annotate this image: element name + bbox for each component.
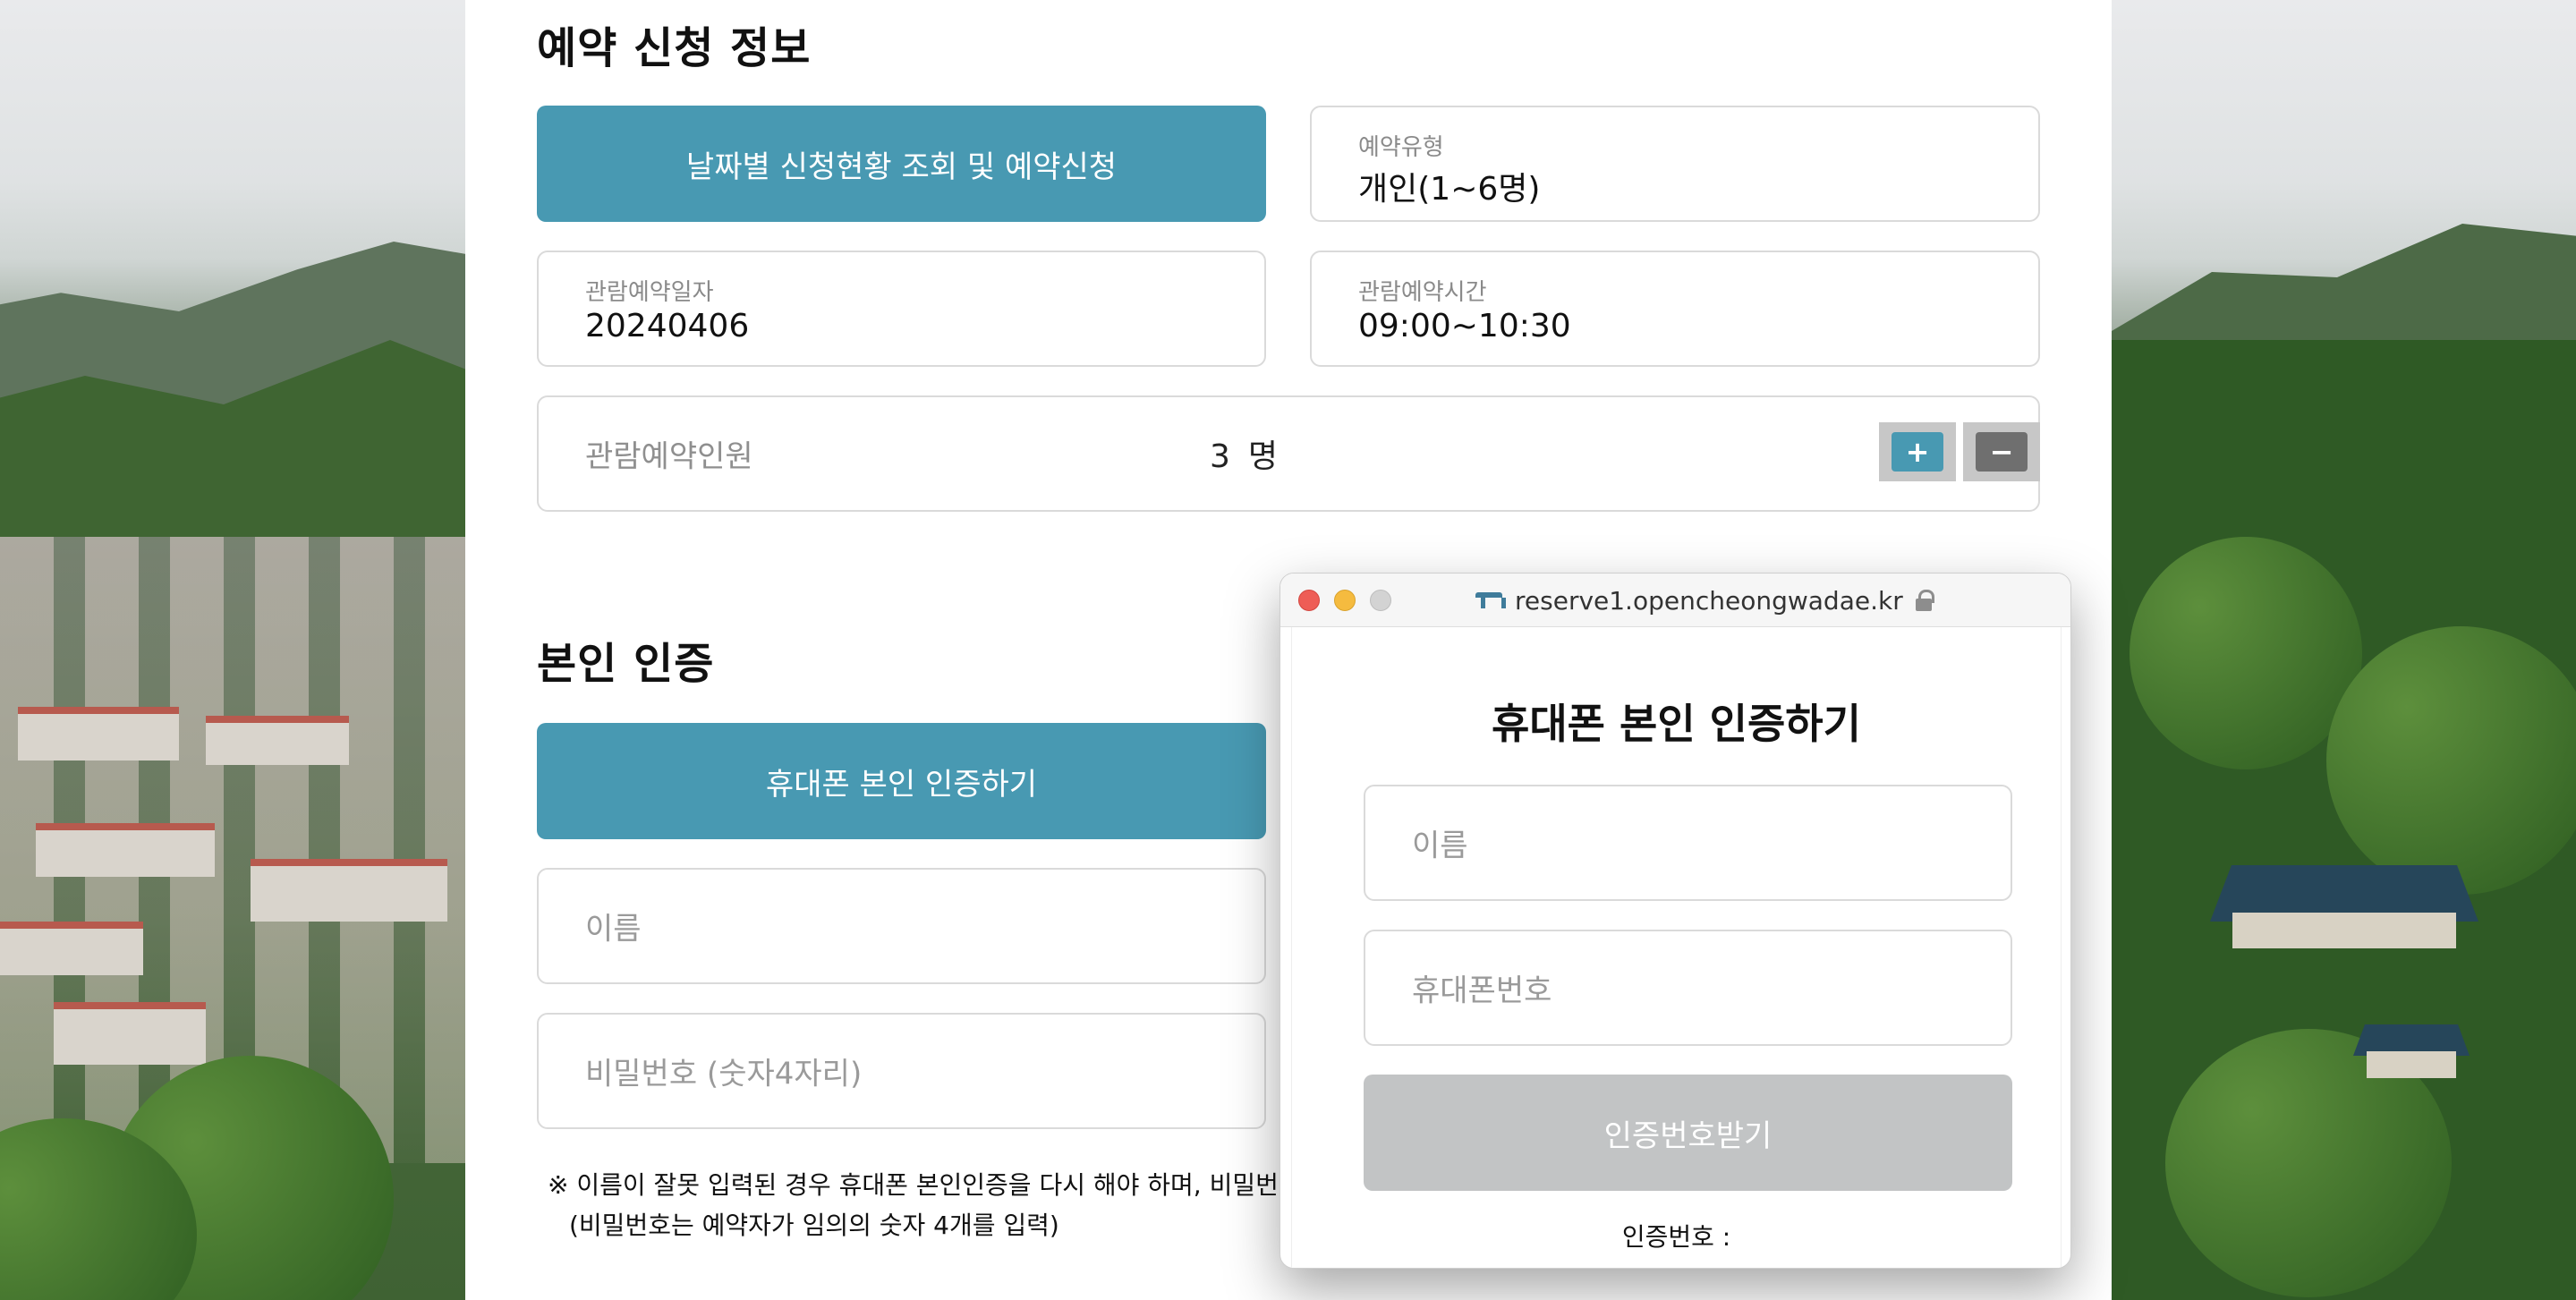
tree-cluster — [2130, 537, 2362, 769]
popup-url: reserve1.opencheongwadae.kr — [1515, 585, 1903, 616]
palace-body-small — [2367, 1051, 2456, 1078]
password-input[interactable]: 비밀번호 (숫자4자리) — [537, 1013, 1266, 1129]
reservation-type-value: 개인(1~6명) — [1358, 171, 1541, 208]
decrease-visitors-button[interactable]: − — [1963, 422, 2040, 481]
building — [36, 823, 215, 877]
visitor-count-unit: 명 — [1247, 438, 1279, 475]
popup-name-placeholder: 이름 — [1412, 828, 1468, 864]
auth-note-line2: (비밀번호는 예약자가 임의의 숫자 4개를 입력) — [569, 1211, 1059, 1240]
building — [0, 922, 143, 975]
minimize-window-button[interactable] — [1334, 590, 1356, 611]
close-window-button[interactable] — [1298, 590, 1320, 611]
visitor-count-label: 관람예약인원 — [585, 438, 753, 475]
name-input[interactable]: 이름 — [537, 868, 1266, 984]
popup-phone-placeholder: 휴대폰번호 — [1412, 973, 1552, 1009]
popup-titlebar[interactable]: reserve1.opencheongwadae.kr — [1280, 574, 2070, 627]
popup-name-input[interactable]: 이름 — [1364, 785, 2012, 901]
reservation-type-field[interactable]: 예약유형 개인(1~6명) — [1310, 106, 2040, 222]
reservation-section-title: 예약 신청 정보 — [537, 23, 812, 73]
name-input-placeholder: 이름 — [585, 911, 642, 947]
auth-note-line1: ※ 이름이 잘못 입력된 경우 휴대폰 본인인증을 다시 해야 하며, 비밀번호… — [548, 1170, 1325, 1200]
building — [54, 1002, 206, 1065]
site-favicon-icon — [1475, 591, 1506, 610]
palace-body — [2232, 913, 2456, 948]
phone-auth-popup-window: reserve1.opencheongwadae.kr 휴대폰 본인 인증하기 … — [1279, 573, 2071, 1269]
popup-content: 휴대폰 본인 인증하기 이름 휴대폰번호 인증번호받기 인증번호 : — [1291, 627, 2062, 1268]
visit-time-label: 관람예약시간 — [1358, 279, 1487, 306]
address-bar: reserve1.opencheongwadae.kr — [1475, 584, 1934, 616]
phone-auth-button[interactable]: 휴대폰 본인 인증하기 — [537, 723, 1266, 839]
minus-icon: − — [1976, 432, 2028, 472]
building — [251, 859, 447, 922]
visit-date-field[interactable]: 관람예약일자 20240406 — [537, 251, 1266, 367]
visitor-count-field: 관람예약인원 3명 + − — [537, 395, 2040, 512]
zoom-window-button[interactable] — [1370, 590, 1391, 611]
auth-section-title: 본인 인증 — [537, 639, 715, 689]
reservation-type-label: 예약유형 — [1358, 134, 1444, 161]
plus-icon: + — [1892, 432, 1943, 472]
lock-icon — [1915, 590, 1934, 611]
visitor-count-number: 3 — [1210, 438, 1230, 475]
increase-visitors-button[interactable]: + — [1879, 422, 1956, 481]
auth-code-label: 인증번호 : — [1621, 1222, 1731, 1252]
visit-time-field[interactable]: 관람예약시간 09:00~10:30 — [1310, 251, 2040, 367]
visit-time-value: 09:00~10:30 — [1358, 308, 1571, 344]
popup-phone-input[interactable]: 휴대폰번호 — [1364, 930, 2012, 1046]
request-code-button[interactable]: 인증번호받기 — [1364, 1075, 2012, 1191]
date-status-button[interactable]: 날짜별 신청현황 조회 및 예약신청 — [537, 106, 1266, 222]
visitor-count-value: 3명 — [1210, 430, 1278, 477]
building — [206, 716, 349, 765]
visit-date-label: 관람예약일자 — [585, 279, 714, 306]
password-input-placeholder: 비밀번호 (숫자4자리) — [585, 1056, 863, 1092]
building — [18, 707, 179, 760]
visit-date-value: 20240406 — [585, 308, 750, 344]
popup-title: 휴대폰 본인 인증하기 — [1492, 700, 1861, 748]
